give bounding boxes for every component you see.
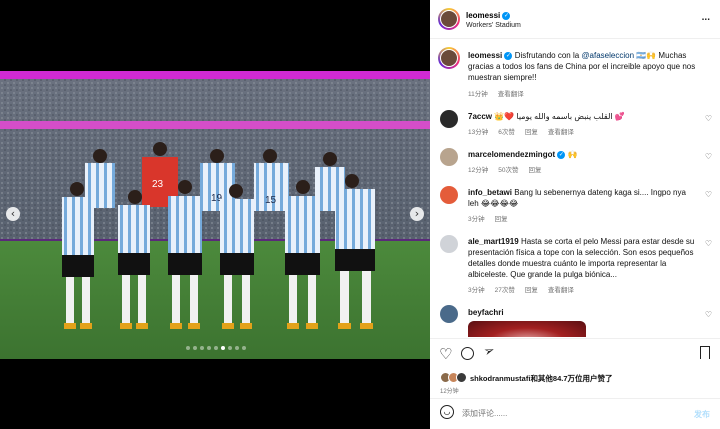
carousel-dot	[207, 346, 211, 350]
comment-likes[interactable]: 6次赞	[498, 126, 515, 136]
chevron-left-icon: ‹	[10, 207, 16, 220]
save-icon[interactable]	[700, 346, 710, 359]
caption-time: 11分钟	[468, 91, 488, 98]
svg-text:23: 23	[152, 179, 164, 190]
see-translation-link[interactable]: 查看翻译	[548, 284, 574, 294]
share-icon[interactable]: ➢	[482, 343, 497, 361]
comment-avatar[interactable]	[440, 305, 458, 323]
comment-likes[interactable]: 50次赞	[498, 164, 518, 174]
prev-image-button[interactable]: ‹	[6, 207, 20, 221]
comment-text: القلب ينبض باسمه والله يوميا 💕	[516, 112, 625, 121]
comment-avatar[interactable]	[440, 186, 458, 204]
comment-time: 12分钟	[468, 167, 489, 174]
carousel-dot	[221, 346, 225, 350]
comment-input[interactable]	[462, 405, 682, 421]
caption-text: Disfrutando con la	[514, 51, 580, 60]
comment-badge: 👑❤️	[494, 112, 515, 121]
heart-icon[interactable]: ♡	[439, 345, 452, 363]
like-comment-heart-icon[interactable]: ♡	[705, 152, 712, 161]
post-time: 12分钟	[440, 389, 459, 395]
see-translation-link[interactable]: 查看翻译	[548, 126, 574, 136]
comment-image[interactable]	[468, 321, 586, 337]
divider	[430, 338, 720, 339]
post-sidebar: leomessi ✓ Workers' Stadium ... leomessi…	[430, 0, 720, 429]
carousel-dot	[200, 346, 204, 350]
like-comment-heart-icon[interactable]: ♡	[705, 190, 712, 199]
comment-avatar[interactable]	[440, 110, 458, 128]
location-link[interactable]: Workers' Stadium	[466, 22, 521, 29]
comment-avatar[interactable]	[440, 148, 458, 166]
chevron-right-icon: ›	[414, 207, 420, 220]
comment-time: 13分钟	[468, 129, 489, 136]
comment-username[interactable]: info_betawi	[468, 188, 512, 197]
mention-link[interactable]: @afaseleccion	[581, 51, 634, 60]
verified-badge-icon: ✓	[502, 11, 511, 20]
comment-time: 3分钟	[468, 216, 485, 223]
liked-by-others[interactable]: 和其他84.7万位用户赞了	[530, 374, 612, 383]
comment-username[interactable]: ale_mart1919	[468, 237, 519, 246]
reply-button[interactable]: 回复	[495, 213, 508, 223]
more-options-icon[interactable]: ...	[702, 12, 710, 23]
carousel-dot	[228, 346, 232, 350]
team-photo: 23 19 15	[0, 71, 430, 359]
post-media: 23 19 15 ‹ ›	[0, 0, 430, 429]
verified-badge-icon: ✓	[557, 150, 566, 159]
comment-time: 3分钟	[468, 287, 485, 294]
comment-avatar[interactable]	[440, 235, 458, 253]
comment-icon[interactable]	[461, 347, 474, 360]
comment-username[interactable]: 7accw	[468, 112, 492, 121]
carousel-indicator	[186, 346, 246, 350]
carousel-dot	[186, 346, 190, 350]
verified-badge-icon: ✓	[504, 51, 513, 60]
like-comment-heart-icon[interactable]: ♡	[705, 114, 712, 123]
header-username[interactable]: leomessi	[466, 11, 500, 20]
liked-by-username[interactable]: shkodranmustafi	[470, 374, 530, 383]
reply-button[interactable]: 回复	[528, 164, 541, 174]
caption-avatar[interactable]	[438, 47, 460, 69]
comment-username[interactable]: marcelomendezmingot	[468, 150, 555, 159]
liker-avatars	[440, 372, 467, 383]
comment-badge: 🙌	[567, 150, 578, 159]
carousel-dot	[193, 346, 197, 350]
divider	[430, 398, 720, 399]
carousel-dot	[214, 346, 218, 350]
comment-likes[interactable]: 27次赞	[495, 284, 515, 294]
reply-button[interactable]: 回复	[525, 284, 538, 294]
svg-text:15: 15	[265, 195, 277, 206]
like-comment-heart-icon[interactable]: ♡	[705, 239, 712, 248]
see-translation-link[interactable]: 查看翻译	[498, 88, 524, 98]
carousel-dot	[242, 346, 246, 350]
avatar[interactable]	[438, 8, 460, 30]
post-comment-button[interactable]: 发布	[694, 409, 710, 420]
divider	[430, 38, 720, 39]
like-comment-heart-icon[interactable]: ♡	[705, 310, 712, 319]
emoji-icon[interactable]: ◡	[440, 405, 454, 419]
next-image-button[interactable]: ›	[410, 207, 424, 221]
caption-username[interactable]: leomessi	[468, 51, 502, 60]
carousel-dot	[235, 346, 239, 350]
reply-button[interactable]: 回复	[525, 126, 538, 136]
comment-username[interactable]: beyfachri	[468, 308, 504, 317]
